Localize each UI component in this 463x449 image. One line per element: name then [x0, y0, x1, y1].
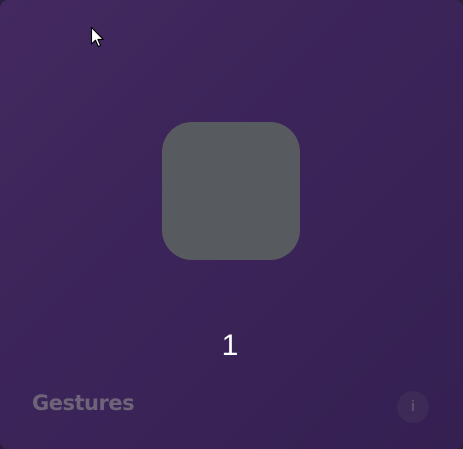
- mouse-pointer-icon: [90, 26, 104, 48]
- gestures-title: Gestures: [32, 391, 135, 415]
- gesture-card: 1 Gestures i: [0, 0, 463, 449]
- info-icon: i: [411, 399, 415, 415]
- tile-number: 1: [221, 329, 239, 362]
- gesture-tile[interactable]: 1: [162, 122, 300, 362]
- info-button[interactable]: i: [397, 391, 429, 423]
